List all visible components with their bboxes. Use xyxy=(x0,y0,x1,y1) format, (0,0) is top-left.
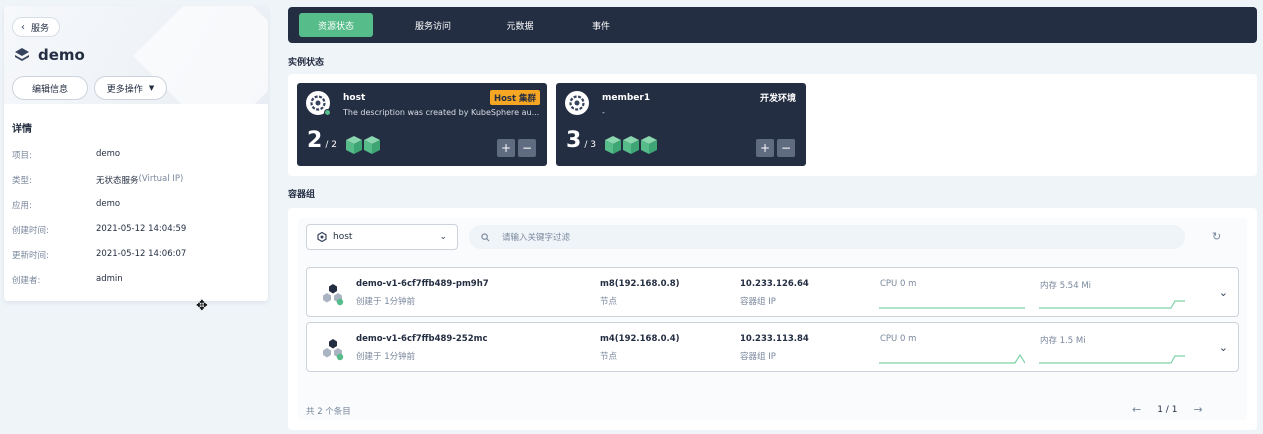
cluster-name: host xyxy=(343,93,366,103)
replica-cube-icon xyxy=(346,136,362,154)
detail-creator: 创建者: admin xyxy=(12,274,123,286)
search-input[interactable]: 请输入关键字过滤 xyxy=(469,225,1185,249)
add-replica-button[interactable]: + xyxy=(497,139,515,157)
replica-cubes xyxy=(345,135,381,155)
remove-replica-button[interactable]: − xyxy=(777,139,795,157)
tab-bar: 资源状态 服务访问 元数据 事件 xyxy=(288,7,1257,43)
cluster-description: The description was created by KubeSpher… xyxy=(343,108,540,117)
cluster-description: - xyxy=(602,108,605,117)
prev-page-icon[interactable]: ← xyxy=(1132,403,1141,416)
replica-count: 3 / 3 xyxy=(566,128,596,153)
detail-updated-time: 更新时间: 2021-05-12 14:06:07 xyxy=(12,249,187,261)
pod-row[interactable]: demo-v1-6cf7ffb489-252mc 创建于 1分钟前 m4(192… xyxy=(306,322,1239,372)
pod-icon xyxy=(323,339,344,361)
cluster-icon xyxy=(306,91,331,116)
cluster-icon xyxy=(317,232,327,242)
back-label: 服务 xyxy=(31,23,50,34)
detail-project: 项目: demo xyxy=(12,149,121,161)
service-title: demo xyxy=(14,46,85,64)
chevron-down-icon: ⌄ xyxy=(439,232,447,242)
tab-service-access[interactable]: 服务访问 xyxy=(389,13,477,37)
pod-created: 创建于 1分钟前 xyxy=(356,352,416,362)
detail-type: 类型: 无状态服务 (Virtual IP) xyxy=(12,174,184,186)
replica-count: 2 / 2 xyxy=(307,128,337,153)
pod-name[interactable]: demo-v1-6cf7ffb489-252mc xyxy=(356,334,488,344)
cluster-card-member1: member1 - 开发环境 3 / 3 + − xyxy=(556,83,806,166)
environment-label: 开发环境 xyxy=(759,94,796,104)
status-dot xyxy=(324,109,331,116)
pod-node-label: 节点 xyxy=(600,297,618,307)
detail-app: 应用: demo xyxy=(12,199,121,211)
cluster-select-value: host xyxy=(333,232,353,242)
move-cursor-icon: ✥ xyxy=(196,298,208,314)
cluster-name: member1 xyxy=(602,93,651,103)
pod-created: 创建于 1分钟前 xyxy=(356,297,416,307)
page-indicator: 1 / 1 xyxy=(1157,404,1178,415)
more-actions-button[interactable]: 更多操作 ▼ xyxy=(94,76,167,100)
pod-memory: 内存 1.5 Mi xyxy=(1040,336,1086,346)
pod-node: m4(192.168.0.4) xyxy=(600,334,680,344)
search-placeholder: 请输入关键字过滤 xyxy=(502,233,571,243)
tab-resource-status[interactable]: 资源状态 xyxy=(299,13,373,37)
details-title: 详情 xyxy=(12,124,32,135)
cpu-sparkline xyxy=(879,353,1025,364)
pod-node: m8(192.168.0.8) xyxy=(600,279,680,289)
pod-memory: 内存 5.54 Mi xyxy=(1040,281,1092,291)
cpu-sparkline xyxy=(879,307,1025,309)
pod-node-label: 节点 xyxy=(600,352,618,362)
memory-sparkline xyxy=(1039,355,1185,364)
pod-icon xyxy=(323,284,344,306)
service-header: ‹ 服务 demo 编辑信息 更多操作 ▼ xyxy=(4,6,268,141)
next-page-icon[interactable]: → xyxy=(1193,403,1202,416)
pod-ip-label: 容器组 IP xyxy=(740,297,776,307)
pod-cpu: CPU 0 m xyxy=(880,279,917,289)
instance-status-panel: host The description was created by Kube… xyxy=(288,74,1257,176)
replica-cube-icon xyxy=(623,136,639,154)
pod-ip: 10.233.113.84 xyxy=(740,334,809,344)
instance-status-title: 实例状态 xyxy=(288,58,325,68)
pod-ip: 10.233.126.64 xyxy=(740,279,809,289)
pod-name[interactable]: demo-v1-6cf7ffb489-pm9h7 xyxy=(356,279,489,289)
replica-cubes xyxy=(604,135,658,155)
host-cluster-badge: Host 集群 xyxy=(489,90,540,105)
pods-title: 容器组 xyxy=(288,190,316,200)
service-icon xyxy=(15,48,29,61)
replica-cube-icon xyxy=(364,136,380,154)
cluster-icon xyxy=(565,91,589,115)
service-name: demo xyxy=(38,46,85,64)
pods-panel: host ⌄ 请输入关键字过滤 ↻ demo-v1-6cf7ffb489-pm9… xyxy=(288,208,1257,430)
pod-cpu: CPU 0 m xyxy=(880,334,917,344)
service-detail-panel: ‹ 服务 demo 编辑信息 更多操作 ▼ 详情 项目: demo 类型: 无状… xyxy=(4,6,268,301)
chevron-down-icon[interactable]: ⌄ xyxy=(1219,341,1228,354)
remove-replica-button[interactable]: − xyxy=(518,139,536,157)
search-icon xyxy=(481,232,490,241)
replica-cube-icon xyxy=(605,136,621,154)
memory-sparkline xyxy=(1039,300,1185,309)
cluster-select[interactable]: host ⌄ xyxy=(306,224,458,250)
pod-row[interactable]: demo-v1-6cf7ffb489-pm9h7 创建于 1分钟前 m8(192… xyxy=(306,267,1239,317)
edit-info-button[interactable]: 编辑信息 xyxy=(12,76,88,100)
replica-cube-icon xyxy=(641,136,657,154)
back-button[interactable]: ‹ 服务 xyxy=(12,17,61,37)
caret-down-icon: ▼ xyxy=(148,84,155,92)
pagination: ← 1 / 1 → xyxy=(1132,403,1203,416)
refresh-icon[interactable]: ↻ xyxy=(1212,230,1221,243)
add-replica-button[interactable]: + xyxy=(756,139,774,157)
pod-ip-label: 容器组 IP xyxy=(740,352,776,362)
tab-metadata[interactable]: 元数据 xyxy=(491,13,549,37)
tab-events[interactable]: 事件 xyxy=(571,13,631,37)
detail-created-time: 创建时间: 2021-05-12 14:04:59 xyxy=(12,224,187,236)
total-count: 共 2 个条目 xyxy=(306,407,351,417)
cluster-card-host: host The description was created by Kube… xyxy=(297,83,547,166)
chevron-left-icon: ‹ xyxy=(21,21,25,33)
chevron-down-icon[interactable]: ⌄ xyxy=(1219,286,1228,299)
